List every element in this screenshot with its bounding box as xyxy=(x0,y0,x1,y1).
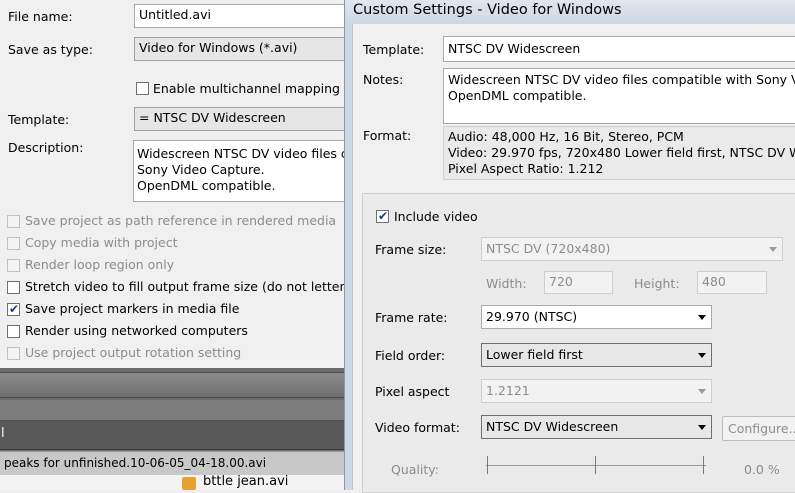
frame-rate-select[interactable]: 29.970 (NTSC) xyxy=(481,305,712,329)
option-label: Copy media with project xyxy=(25,235,178,250)
option-label: Save project as path reference in render… xyxy=(25,213,337,228)
option-checkbox-save-markers[interactable]: ✔ xyxy=(7,302,20,316)
option-checkbox-networked-render[interactable] xyxy=(7,325,20,338)
pixel-aspect-label: Pixel aspect xyxy=(375,384,450,399)
slider-tick xyxy=(487,456,488,474)
template-select[interactable]: = NTSC DV Widescreen xyxy=(134,107,356,131)
include-video-label: Include video xyxy=(394,209,478,224)
description-line: OpenDML compatible. xyxy=(137,178,276,193)
option-checkbox-rotation xyxy=(7,347,20,360)
checkmark-icon: ✔ xyxy=(378,209,389,223)
frame-size-value: NTSC DV (720x480) xyxy=(486,241,611,256)
notes-line: OpenDML compatible. xyxy=(448,88,587,103)
chevron-down-icon xyxy=(698,315,706,320)
background-panel xyxy=(0,400,352,421)
width-input: 720 xyxy=(544,271,613,294)
format-line: Audio: 48,000 Hz, 16 Bit, Stereo, PCM xyxy=(448,129,684,144)
slider-tick xyxy=(595,456,596,474)
chevron-down-icon xyxy=(698,389,706,394)
checkmark-icon: ✔ xyxy=(9,302,20,316)
video-format-value: NTSC DV Widescreen xyxy=(486,419,619,434)
quality-slider xyxy=(486,456,706,476)
save-as-type-select[interactable]: Video for Windows (*.avi) xyxy=(134,37,356,61)
height-input: 480 xyxy=(697,271,767,294)
description-label: Description: xyxy=(8,140,84,155)
option-label: Stretch video to fill output frame size … xyxy=(25,279,373,294)
field-order-label: Field order: xyxy=(375,348,446,363)
file-list-area xyxy=(0,475,352,490)
pixel-aspect-select: 1.2121 xyxy=(481,379,712,403)
format-line: Video: 29.970 fps, 720x480 Lower field f… xyxy=(448,145,795,160)
file-icon xyxy=(182,477,196,490)
video-format-select[interactable]: NTSC DV Widescreen xyxy=(481,415,712,439)
notes-box[interactable]: Widescreen NTSC DV video files compatibl… xyxy=(443,68,795,124)
slider-track xyxy=(486,465,706,466)
file-name-input[interactable]: Untitled.avi xyxy=(134,4,356,28)
cs-template-label: Template: xyxy=(363,42,425,57)
description-box: Widescreen NTSC DV video files c Sony Vi… xyxy=(133,140,355,202)
frame-rate-label: Frame rate: xyxy=(375,310,448,325)
multichannel-label: Enable multichannel mapping xyxy=(153,81,340,96)
status-indicator: l xyxy=(1,426,5,441)
frame-size-label: Frame size: xyxy=(375,242,447,257)
width-label: Width: xyxy=(486,276,527,291)
multichannel-checkbox[interactable] xyxy=(136,82,149,95)
configure-button[interactable]: Configure... xyxy=(722,416,795,441)
format-line: Pixel Aspect Ratio: 1.212 xyxy=(448,161,604,176)
template-label: Template: xyxy=(8,112,70,127)
pixel-aspect-value: 1.2121 xyxy=(486,383,530,398)
chevron-down-icon xyxy=(698,353,706,358)
save-as-type-label: Save as type: xyxy=(8,42,93,57)
quality-label: Quality: xyxy=(391,462,439,477)
video-format-label: Video format: xyxy=(375,420,460,435)
description-line: Sony Video Capture. xyxy=(137,162,265,177)
quality-value: 0.0 % xyxy=(744,462,780,477)
slider-tick xyxy=(703,456,704,474)
option-checkbox-copy-media xyxy=(7,237,20,250)
dialog-title: Custom Settings - Video for Windows xyxy=(353,2,622,18)
option-label: Save project markers in media file xyxy=(25,301,240,316)
cs-template-input[interactable]: NTSC DV Widescreen xyxy=(443,36,795,62)
background-toolbar xyxy=(0,372,352,398)
include-video-checkbox[interactable]: ✔ xyxy=(376,209,389,223)
field-order-value: Lower field first xyxy=(486,347,583,362)
option-checkbox-loop-region xyxy=(7,259,20,272)
option-label: Render loop region only xyxy=(25,257,175,272)
frame-size-select: NTSC DV (720x480) xyxy=(481,237,783,261)
notes-label: Notes: xyxy=(363,72,404,87)
option-label: Render using networked computers xyxy=(25,323,248,338)
status-text: peaks for unfinished.10-06-05_04-18.00.a… xyxy=(4,456,267,470)
option-checkbox-path-reference xyxy=(7,215,20,228)
format-box: Audio: 48,000 Hz, 16 Bit, Stereo, PCM Vi… xyxy=(443,126,795,180)
field-order-select[interactable]: Lower field first xyxy=(481,343,712,367)
option-checkbox-stretch-video[interactable] xyxy=(7,281,20,294)
description-line: Widescreen NTSC DV video files c xyxy=(137,146,348,161)
format-label: Format: xyxy=(363,128,412,143)
chevron-down-icon xyxy=(769,247,777,252)
frame-rate-value: 29.970 (NTSC) xyxy=(486,309,578,324)
file-list-item[interactable]: bttle jean.avi xyxy=(203,474,288,489)
chevron-down-icon xyxy=(698,425,706,430)
background-bar xyxy=(0,421,352,450)
notes-line: Widescreen NTSC DV video files compatibl… xyxy=(448,72,795,87)
file-name-label: File name: xyxy=(8,9,73,24)
configure-label: Configure... xyxy=(728,421,795,436)
height-label: Height: xyxy=(634,276,680,291)
option-label: Use project output rotation setting xyxy=(25,345,242,360)
